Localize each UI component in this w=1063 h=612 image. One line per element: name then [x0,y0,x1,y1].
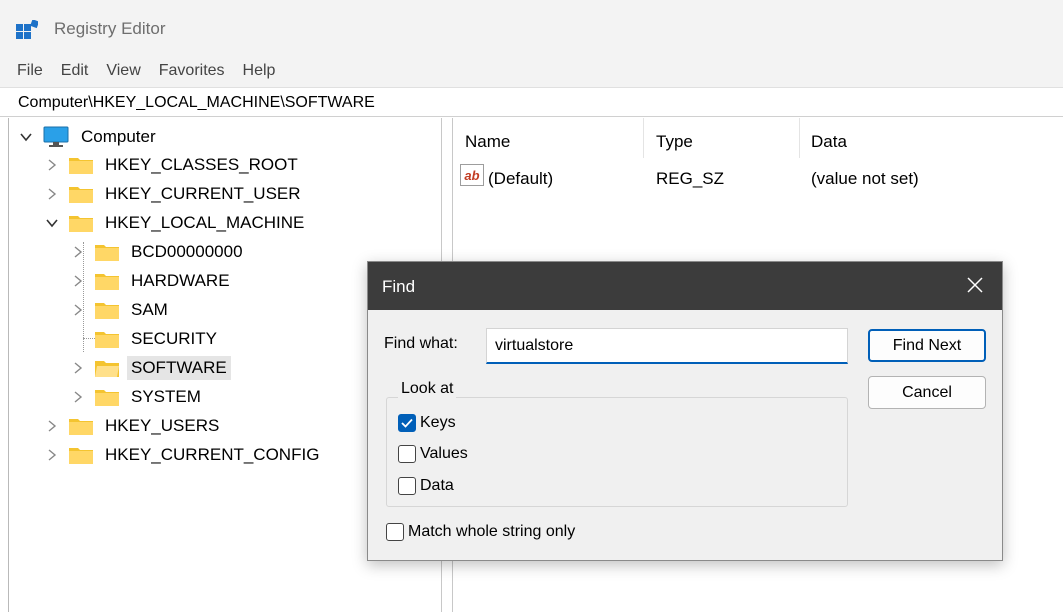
keys-label: Keys [420,414,456,431]
close-icon[interactable] [964,274,986,296]
keys-checkbox[interactable]: Keys [398,414,456,432]
tree-item-hkcc[interactable]: HKEY_CURRENT_CONFIG [45,441,323,469]
address-bar[interactable]: Computer\HKEY_LOCAL_MACHINE\SOFTWARE [0,89,1063,117]
find-dialog-titlebar[interactable]: Find [368,262,1002,310]
folder-icon [69,448,93,464]
tree-label: SAM [131,300,168,319]
data-label: Data [420,477,454,494]
folder-open-icon [95,361,119,377]
column-divider[interactable] [799,118,800,158]
tree-label: HKEY_CLASSES_ROOT [105,155,298,174]
tree-item-sam[interactable]: SAM [71,296,172,324]
value-type: REG_SZ [656,169,725,188]
checkbox-box[interactable] [398,477,416,495]
folder-icon [95,332,119,348]
window-title: Registry Editor [54,19,166,38]
chevron-right-icon[interactable] [71,361,85,375]
checkmark-icon [401,418,413,428]
chevron-down-icon[interactable] [45,216,59,230]
tree-item-bcd[interactable]: BCD00000000 [71,238,247,266]
find-dialog-title: Find [382,277,416,296]
value-name: (Default) [488,169,554,188]
values-checkbox[interactable]: Values [398,445,468,463]
string-value-icon: ab [460,164,484,186]
chevron-right-icon[interactable] [71,274,85,288]
find-next-button[interactable]: Find Next [868,329,986,362]
find-what-label: Find what: [384,335,458,352]
values-label: Values [420,445,468,462]
computer-icon [43,126,69,147]
find-next-label: Find Next [892,336,962,354]
tree-label: BCD00000000 [131,242,243,261]
folder-icon [95,390,119,406]
tree-label: SECURITY [131,329,217,348]
cancel-label: Cancel [902,383,952,401]
chevron-right-icon[interactable] [45,158,59,172]
chevron-right-icon[interactable] [71,390,85,404]
value-data: (value not set) [811,169,919,188]
chevron-right-icon[interactable] [45,419,59,433]
folder-icon [69,187,93,203]
checkbox-box[interactable] [398,414,416,432]
folder-icon [69,419,93,435]
menu-bar: File Edit View Favorites Help [0,55,1063,88]
chevron-right-icon[interactable] [45,187,59,201]
menu-help[interactable]: Help [234,58,285,84]
checkbox-box[interactable] [386,523,404,541]
folder-icon [95,245,119,261]
column-divider[interactable] [643,118,644,158]
menu-edit[interactable]: Edit [52,58,98,84]
chevron-right-icon[interactable] [71,303,85,317]
tree-item-hklm[interactable]: HKEY_LOCAL_MACHINE [45,209,308,237]
tree-item-computer[interactable]: Computer [19,123,160,151]
tree-label: Computer [81,127,156,146]
folder-icon [69,158,93,174]
column-header-name[interactable]: Name [465,132,510,152]
address-path: Computer\HKEY_LOCAL_MACHINE\SOFTWARE [18,93,375,111]
folder-icon [95,303,119,319]
chevron-right-icon[interactable] [71,245,85,259]
tree-label: HKEY_CURRENT_USER [105,184,301,203]
registry-editor-icon [16,20,38,39]
look-at-label: Look at [398,380,457,398]
tree-item-software[interactable]: SOFTWARE [71,354,231,382]
data-checkbox[interactable]: Data [398,477,454,495]
tree-item-system[interactable]: SYSTEM [71,383,205,411]
tree-label: SOFTWARE [127,356,231,380]
registry-editor-window: Registry Editor File Edit View Favorites… [0,0,1063,612]
chevron-down-icon[interactable] [19,130,33,144]
tree-item-hkcu[interactable]: HKEY_CURRENT_USER [45,180,305,208]
folder-icon [95,274,119,290]
checkbox-box[interactable] [398,445,416,463]
match-whole-string-checkbox[interactable]: Match whole string only [386,523,575,541]
folder-icon [69,216,93,232]
tree-item-hkcr[interactable]: HKEY_CLASSES_ROOT [45,151,302,179]
tree-item-security[interactable]: SECURITY [71,325,221,353]
cancel-button[interactable]: Cancel [868,376,986,409]
column-header-data[interactable]: Data [811,132,847,152]
tree-item-hardware[interactable]: HARDWARE [71,267,234,295]
menu-view[interactable]: View [97,58,149,84]
tree-label: SYSTEM [131,387,201,406]
menu-favorites[interactable]: Favorites [150,58,234,84]
find-dialog: Find Find what: Find Next Cancel Look at… [367,261,1003,561]
tree-label: HARDWARE [131,271,230,290]
find-what-input[interactable] [486,328,848,364]
title-bar: Registry Editor [0,0,1063,55]
column-header-type[interactable]: Type [656,132,693,152]
menu-file[interactable]: File [8,58,52,84]
tree-item-hku[interactable]: HKEY_USERS [45,412,223,440]
match-whole-label: Match whole string only [408,523,576,540]
tree-label: HKEY_USERS [105,416,220,435]
tree-label: HKEY_LOCAL_MACHINE [105,213,305,232]
chevron-right-icon[interactable] [45,448,59,462]
tree-label: HKEY_CURRENT_CONFIG [105,445,320,464]
